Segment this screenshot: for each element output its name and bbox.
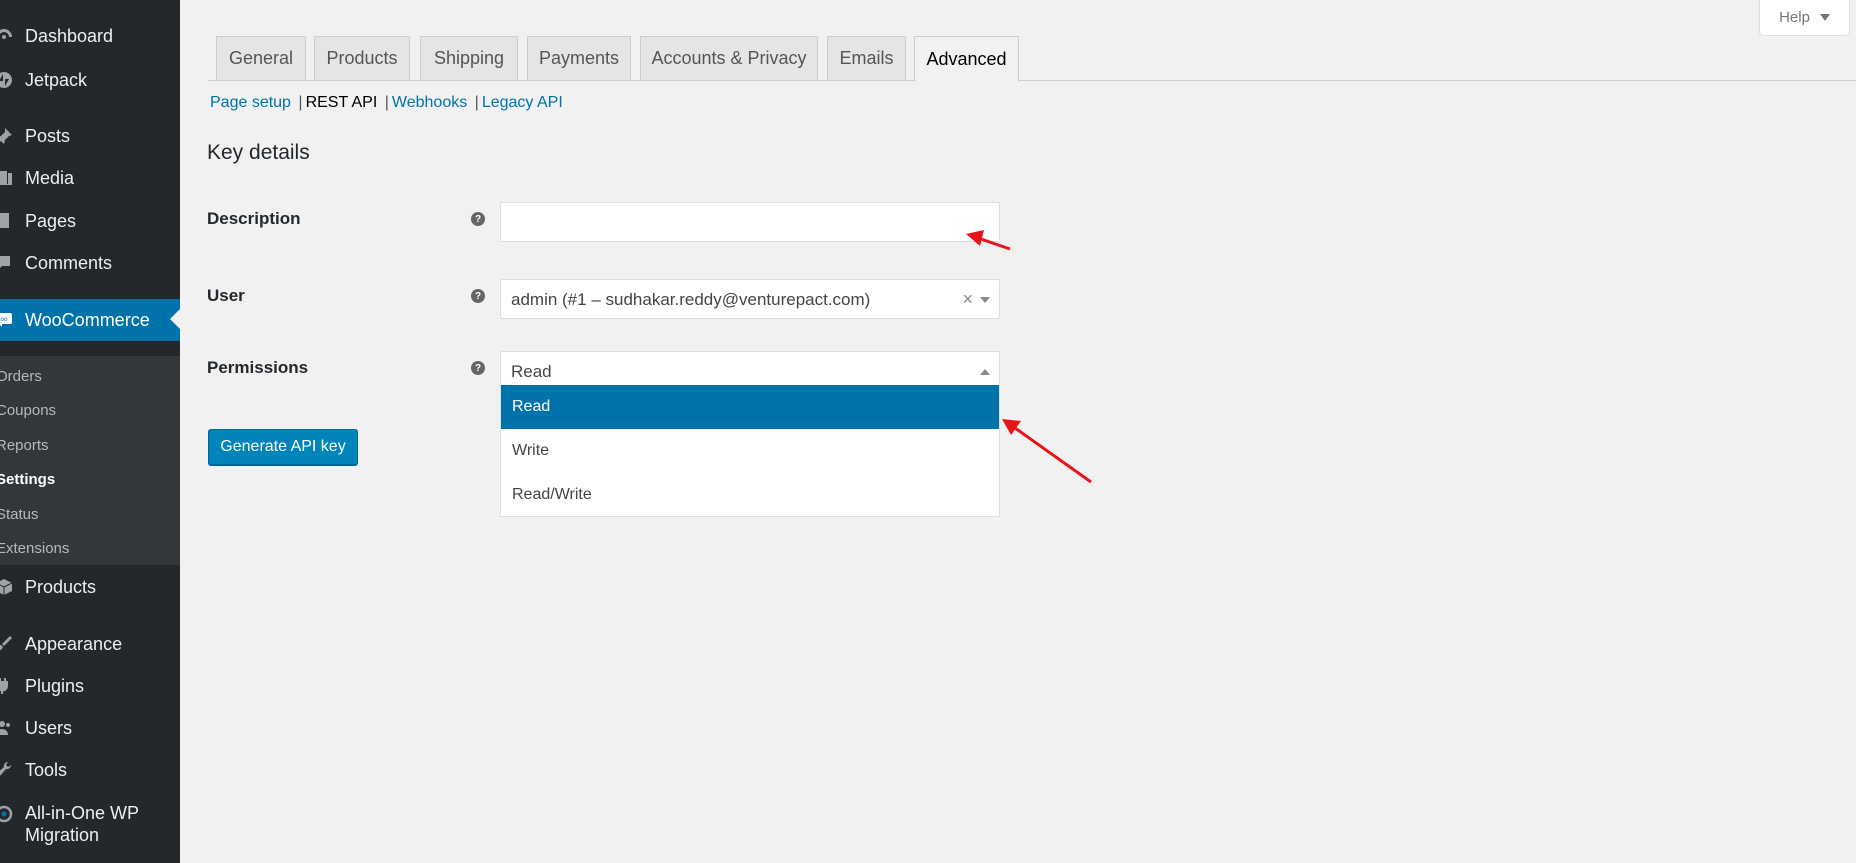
permissions-option-read[interactable]: Read xyxy=(501,385,999,429)
menu-item-all-in-one-wp-migration[interactable]: All-in-One WP Migration xyxy=(0,802,180,848)
subsection-separator: | xyxy=(384,94,389,111)
menu-label: Comments xyxy=(25,252,113,273)
menu-label-line1: All-in-One WP xyxy=(25,803,140,823)
submenu-extensions[interactable]: Extensions xyxy=(0,540,69,557)
submenu-orders[interactable]: Orders xyxy=(0,368,42,385)
clear-icon[interactable]: × xyxy=(962,289,973,310)
permissions-label: Permissions xyxy=(207,358,309,377)
svg-text:oo: oo xyxy=(0,316,8,323)
menu-item-tools[interactable]: Tools xyxy=(0,750,180,790)
menu-item-woocommerce[interactable]: oo WooCommerce xyxy=(0,299,180,341)
menu-label: WooCommerce xyxy=(25,309,150,330)
brush-icon xyxy=(0,634,14,654)
media-icon xyxy=(0,168,14,188)
description-label: Description xyxy=(207,209,301,228)
permissions-select-value: Read xyxy=(511,362,552,381)
menu-label: Posts xyxy=(25,125,71,146)
tab-emails[interactable]: Emails xyxy=(827,36,906,81)
subsection-page-setup[interactable]: Page setup xyxy=(210,94,291,111)
menu-label: All-in-One WP Migration xyxy=(25,802,139,846)
menu-item-appearance[interactable]: Appearance xyxy=(0,624,180,664)
menu-label: Dashboard xyxy=(25,25,114,46)
tab-payments[interactable]: Payments xyxy=(527,36,631,81)
menu-label: Products xyxy=(25,576,97,597)
description-input[interactable] xyxy=(500,202,1000,242)
dashboard-icon xyxy=(0,26,14,46)
caret-down-icon xyxy=(1819,14,1830,21)
subsection-rest-api[interactable]: REST API xyxy=(306,94,378,111)
menu-item-users[interactable]: Users xyxy=(0,708,180,748)
subsection-separator: | xyxy=(298,94,303,111)
option-label: Read/Write xyxy=(512,486,592,503)
menu-item-pages[interactable]: Pages xyxy=(0,201,180,241)
submenu-status[interactable]: Status xyxy=(0,506,39,523)
page-icon xyxy=(0,211,14,231)
generate-api-key-button[interactable]: Generate API key xyxy=(208,429,358,465)
menu-item-plugins[interactable]: Plugins xyxy=(0,666,180,706)
help-tip-icon[interactable]: ? xyxy=(471,361,485,375)
menu-item-jetpack[interactable]: Jetpack xyxy=(0,60,180,100)
migration-icon xyxy=(0,804,14,824)
annotation-arrow xyxy=(1002,419,1092,484)
help-tab-button[interactable]: Help xyxy=(1759,0,1850,36)
help-tip-icon[interactable]: ? xyxy=(471,289,485,303)
subsection-webhooks[interactable]: Webhooks xyxy=(392,94,467,111)
help-tip-icon[interactable]: ? xyxy=(471,212,485,226)
menu-item-media[interactable]: Media xyxy=(0,158,180,198)
submenu-coupons[interactable]: Coupons xyxy=(0,402,56,419)
pin-icon xyxy=(0,126,14,146)
menu-label: Jetpack xyxy=(25,69,88,90)
tab-accounts-privacy[interactable]: Accounts & Privacy xyxy=(640,36,818,81)
menu-label: Plugins xyxy=(25,675,85,696)
permissions-dropdown: Read Write Read/Write xyxy=(500,385,1000,517)
menu-label: Users xyxy=(25,717,73,738)
help-label: Help xyxy=(1779,9,1810,26)
menu-label: Tools xyxy=(25,759,68,780)
box-icon xyxy=(0,577,14,597)
chevron-up-icon xyxy=(980,369,990,375)
option-label: Read xyxy=(512,398,551,415)
menu-label: Appearance xyxy=(25,633,123,654)
option-label: Write xyxy=(512,442,550,459)
menu-item-posts[interactable]: Posts xyxy=(0,116,180,156)
tab-shipping[interactable]: Shipping xyxy=(420,36,518,81)
admin-sidebar: Dashboard Jetpack Posts Media Pages Comm… xyxy=(0,0,180,863)
woocommerce-icon: oo xyxy=(0,310,14,330)
chevron-down-icon xyxy=(980,297,990,303)
user-label: User xyxy=(207,286,245,305)
menu-item-products[interactable]: Products xyxy=(0,567,180,607)
plug-icon xyxy=(0,676,14,696)
menu-label: Pages xyxy=(25,210,77,231)
woocommerce-submenu: Orders Coupons Reports Settings Status E… xyxy=(0,356,180,565)
wrench-icon xyxy=(0,760,14,780)
page-title: Key details xyxy=(207,141,310,164)
subsection-legacy-api[interactable]: Legacy API xyxy=(482,94,563,111)
comment-icon xyxy=(0,253,14,273)
jetpack-icon xyxy=(0,70,14,90)
user-select-value: admin (#1 – sudhakar.reddy@venturepact.c… xyxy=(511,290,871,309)
permissions-option-read-write[interactable]: Read/Write xyxy=(501,473,999,517)
users-icon xyxy=(0,718,14,738)
permissions-option-write[interactable]: Write xyxy=(501,429,999,473)
menu-item-comments[interactable]: Comments xyxy=(0,243,180,283)
menu-item-dashboard[interactable]: Dashboard xyxy=(0,16,180,56)
tab-general[interactable]: General xyxy=(216,36,306,81)
subsection-nav: Page setup | REST API | Webhooks | Legacy A… xyxy=(210,94,563,112)
tab-products[interactable]: Products xyxy=(314,36,410,81)
menu-label: Media xyxy=(25,167,75,188)
menu-label-line2: Migration xyxy=(25,825,100,845)
subsection-separator: | xyxy=(474,94,479,111)
user-select[interactable]: admin (#1 – sudhakar.reddy@venturepact.c… xyxy=(500,279,1000,319)
submenu-settings[interactable]: Settings xyxy=(0,471,55,488)
submenu-reports[interactable]: Reports xyxy=(0,437,49,454)
tab-advanced[interactable]: Advanced xyxy=(914,36,1019,82)
